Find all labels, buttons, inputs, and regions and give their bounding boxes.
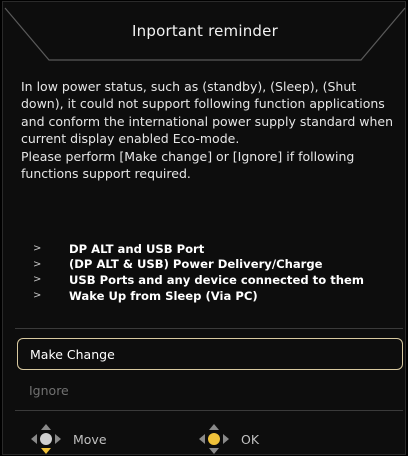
divider [15, 410, 403, 411]
footer-hints: Move OK [3, 414, 407, 454]
make-change-option[interactable]: Make Change [17, 338, 403, 370]
feature-label: Wake Up from Sleep (Via PC) [69, 288, 258, 303]
ok-label: OK [241, 431, 260, 447]
feature-label: DP ALT and USB Port [69, 241, 205, 256]
chevron-right-icon: > [33, 258, 42, 270]
message-paragraph-1: In low power status, such as (standby), … [21, 79, 394, 147]
feature-label: (DP ALT & USB) Power Delivery/Charge [69, 257, 323, 272]
joystick-press-icon [199, 424, 229, 454]
ok-hint: OK [197, 422, 259, 456]
feature-item: > USB Ports and any device connected to … [33, 272, 398, 288]
feature-list: > DP ALT and USB Port > (DP ALT & USB) P… [33, 241, 398, 303]
ignore-option[interactable]: Ignore [17, 374, 403, 406]
feature-item: > (DP ALT & USB) Power Delivery/Charge [33, 257, 398, 273]
move-label: Move [73, 431, 107, 447]
dialog-title: Inportant reminder [132, 22, 278, 40]
chevron-right-icon: > [33, 274, 42, 286]
make-change-label: Make Change [30, 346, 115, 362]
ignore-label: Ignore [29, 382, 69, 398]
message-paragraph-2: Please perform [Make change] or [Ignore]… [21, 148, 355, 182]
chevron-right-icon: > [33, 243, 42, 255]
dialog-message: In low power status, such as (standby), … [21, 78, 395, 182]
chevron-right-icon: > [33, 290, 42, 302]
divider [15, 328, 403, 329]
joystick-move-icon [31, 424, 61, 454]
reminder-dialog: Inportant reminder In low power status, … [2, 1, 406, 455]
feature-item: > DP ALT and USB Port [33, 241, 398, 257]
feature-label: USB Ports and any device connected to th… [69, 272, 364, 287]
move-hint: Move [29, 422, 107, 456]
feature-item: > Wake Up from Sleep (Via PC) [33, 288, 398, 304]
